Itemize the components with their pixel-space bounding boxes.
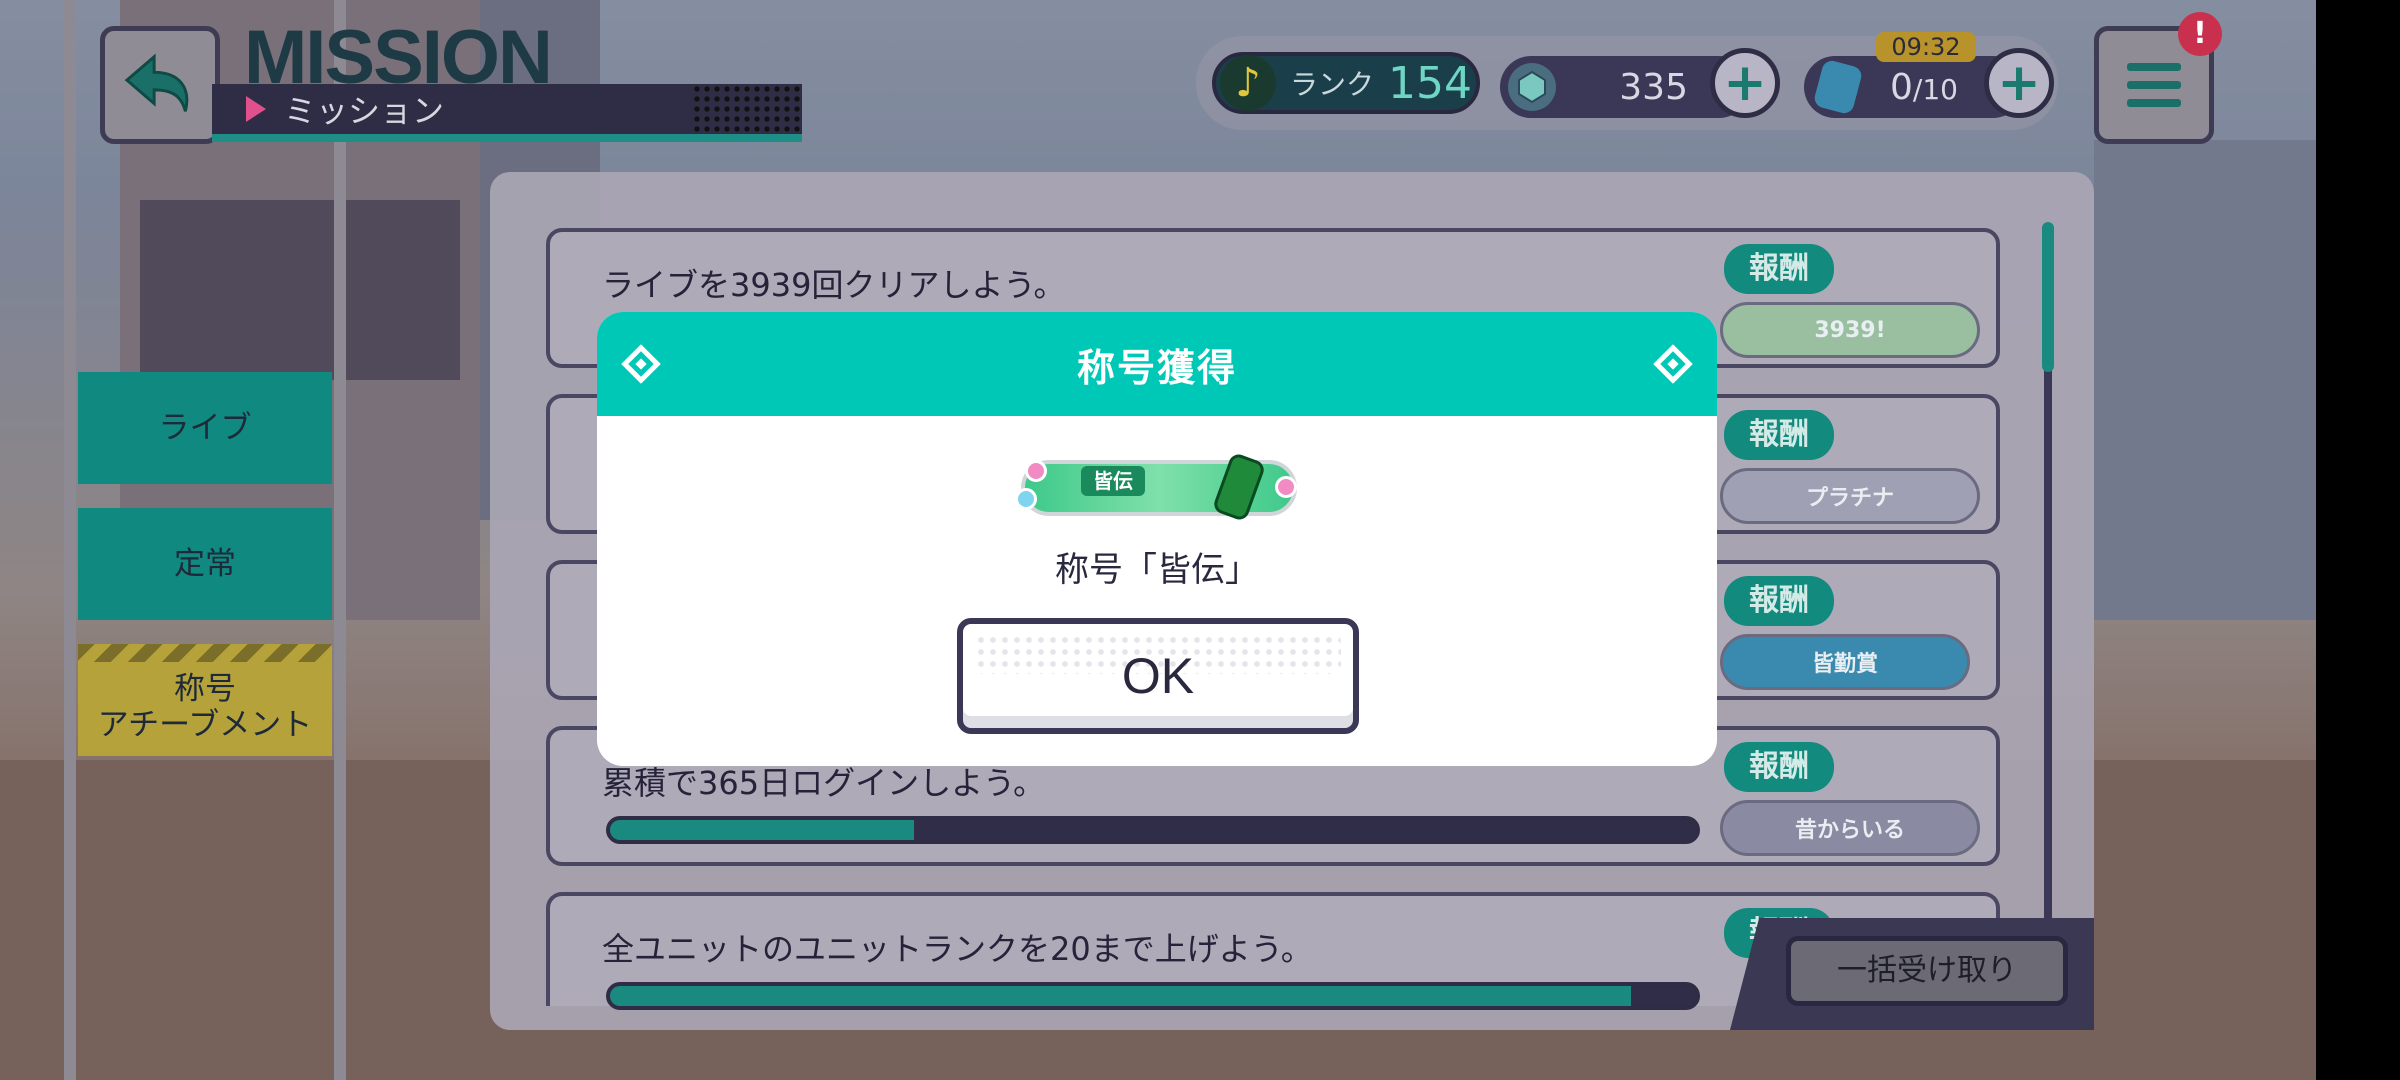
screen-edge: [2316, 0, 2400, 1080]
reward-title-badge: 皆勤賞: [1720, 634, 1970, 690]
tab-label: 称号 アチーブメント: [97, 671, 313, 743]
diamond-icon: [1653, 344, 1693, 384]
page-subtitle: ミッション: [284, 92, 445, 130]
flower-icon: [1275, 476, 1297, 498]
flower-icon: [1025, 460, 1047, 482]
title-plate-label: 皆伝: [1081, 466, 1145, 496]
reward-tag: 報酬: [1724, 410, 1834, 460]
add-gems-button[interactable]: +: [1710, 48, 1780, 118]
bulk-receive-button[interactable]: 一括受け取り: [1786, 936, 2068, 1006]
mission-progress-bar: [606, 816, 1700, 844]
dialog-message: 称号「皆伝」: [1055, 550, 1259, 590]
rank-label: ランク: [1290, 68, 1375, 101]
sidebar-divider: [64, 0, 76, 1080]
rank-display: ♪ ランク 154: [1212, 52, 1480, 114]
tab-label: ライブ: [158, 410, 252, 446]
tab-regular[interactable]: 定常: [78, 508, 332, 620]
tab-live[interactable]: ライブ: [78, 372, 332, 484]
energy-timer: 09:32: [1876, 32, 1976, 62]
hamburger-icon: [2127, 81, 2181, 89]
dialog-header: 称号獲得: [597, 312, 1717, 416]
title-acquired-dialog: 称号獲得 皆伝 称号「皆伝」 OK: [597, 312, 1717, 766]
plus-icon: +: [1723, 53, 1767, 113]
progress-fill: [610, 986, 1631, 1006]
reward-tag: 報酬: [1724, 244, 1834, 294]
energy-current: 0: [1890, 66, 1913, 108]
reward-title-badge: 昔からいる: [1720, 800, 1980, 856]
alert-badge: !: [2178, 12, 2222, 56]
energy-count: 0/10: [1890, 67, 1958, 108]
energy-drink-icon: [1812, 58, 1864, 116]
hamburger-icon: [2127, 99, 2181, 107]
reward-title-badge: プラチナ: [1720, 468, 1980, 524]
back-arrow-icon: [124, 53, 189, 112]
page-subtitle-strip: ミッション: [212, 84, 802, 142]
rank-value: 154: [1388, 57, 1472, 109]
reward-tag: 報酬: [1724, 576, 1834, 626]
tab-label: 定常: [174, 546, 236, 582]
ok-button[interactable]: OK: [957, 618, 1359, 734]
decorative-dots: [692, 84, 802, 134]
gem-icon: [1508, 63, 1556, 111]
progress-fill: [610, 820, 915, 840]
plus-icon: +: [1997, 53, 2041, 113]
triangle-icon: [246, 96, 266, 122]
sidebar-divider: [334, 0, 346, 1080]
tab-title-achievement[interactable]: 称号 アチーブメント: [78, 644, 332, 756]
reward-tag: 報酬: [1724, 742, 1834, 792]
title-plate: 皆伝: [1007, 451, 1311, 524]
flower-icon: [1015, 488, 1037, 510]
mission-progress-bar: [606, 982, 1700, 1010]
mission-text: 全ユニットのユニットランクを20まで上げよう。: [602, 930, 1313, 968]
music-note-icon: ♪: [1220, 55, 1276, 111]
hamburger-icon: [2127, 63, 2181, 71]
diamond-icon: [621, 344, 661, 384]
scrollbar-thumb[interactable]: [2042, 222, 2054, 372]
energy-max: /10: [1912, 72, 1958, 106]
reward-title-badge: 3939!: [1720, 302, 1980, 358]
gem-count: 335: [1619, 66, 1688, 108]
dialog-title: 称号獲得: [1076, 345, 1237, 390]
back-button[interactable]: [100, 26, 220, 144]
add-energy-button[interactable]: +: [1984, 48, 2054, 118]
ok-label: OK: [1121, 648, 1195, 704]
mission-text: ライブを3939回クリアしよう。: [602, 266, 1066, 304]
